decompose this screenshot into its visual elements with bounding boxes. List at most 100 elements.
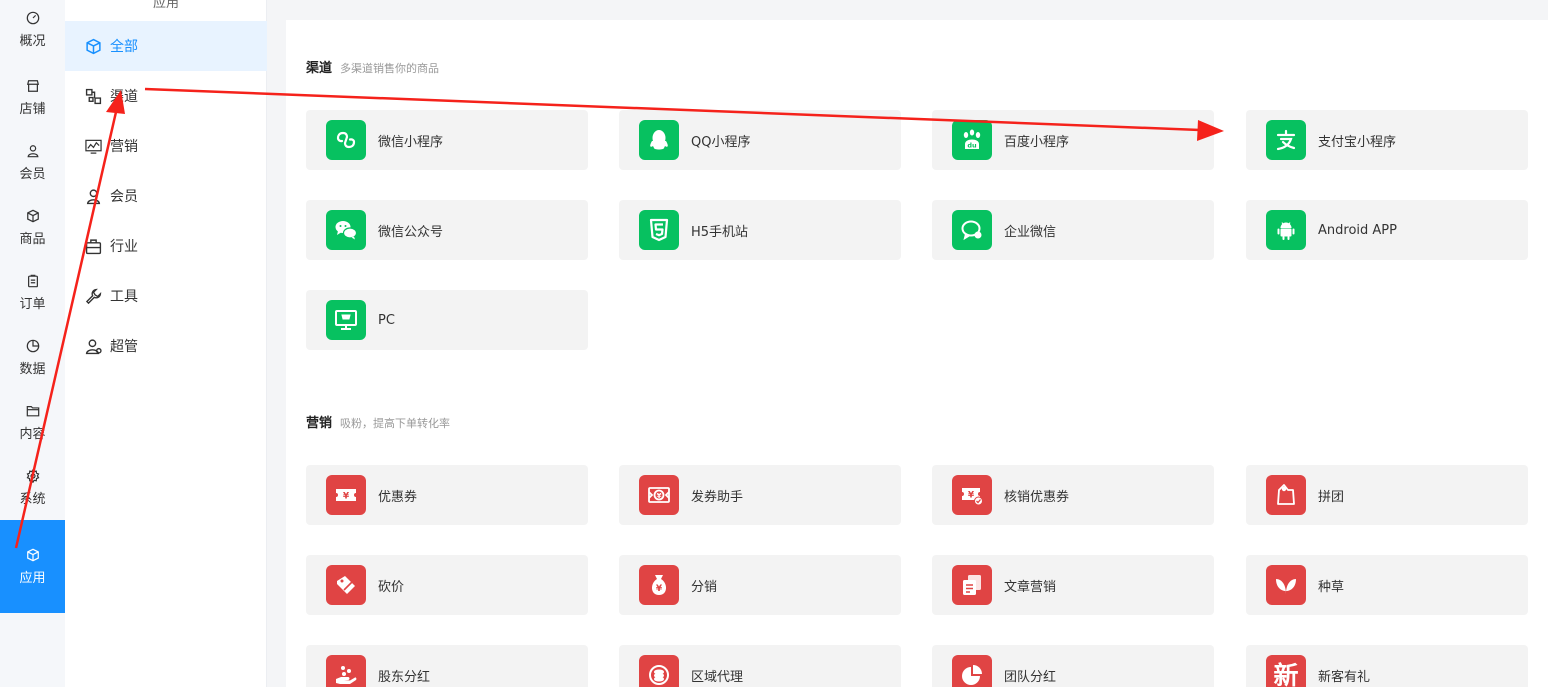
- section-subtitle: 多渠道销售你的商品: [340, 62, 440, 75]
- app-tile-pc[interactable]: PC: [306, 290, 588, 350]
- rail-item-label: 数据: [19, 361, 46, 377]
- tile-label: 砍价: [378, 579, 405, 595]
- rail-item-orders[interactable]: 订单: [0, 260, 65, 325]
- rail-item-label: 概况: [19, 34, 46, 49]
- sidebar-item-label: 会员: [110, 189, 138, 205]
- app-tile-article-marketing[interactable]: 文章营销: [932, 555, 1214, 615]
- section-title: 营销: [306, 416, 333, 431]
- tile-label: PC: [378, 312, 395, 328]
- group-buy-icon: [1266, 475, 1306, 515]
- sidebar-item-tools[interactable]: 工具: [65, 271, 267, 321]
- tile-label: 新客有礼: [1318, 669, 1371, 685]
- app-tile-coupon-assistant[interactable]: ¥ 发券助手: [619, 465, 901, 525]
- rail-item-store[interactable]: 店铺: [0, 65, 65, 130]
- app-tile-team-dividend[interactable]: 团队分红: [932, 645, 1214, 687]
- sidebar-item-channels[interactable]: 渠道: [65, 71, 267, 121]
- tile-label: 优惠券: [378, 489, 418, 505]
- tile-label: 发券助手: [691, 489, 744, 505]
- coins-icon: [639, 655, 679, 687]
- tile-label: 种草: [1318, 579, 1345, 595]
- sidebar-item-super-admin[interactable]: 超管: [65, 321, 267, 371]
- html5-icon: [639, 210, 679, 250]
- app-tile-wecom[interactable]: 企业微信: [932, 200, 1214, 260]
- sidebar-item-marketing[interactable]: 营销: [65, 121, 267, 171]
- section-title: 渠道: [306, 61, 333, 76]
- app-tile-shareholder-dividend[interactable]: 股东分红: [306, 645, 588, 687]
- app-tile-coupon[interactable]: ¥ 优惠券: [306, 465, 588, 525]
- app-tile-qq-miniprogram[interactable]: QQ小程序: [619, 110, 901, 170]
- tile-label: 股东分红: [378, 669, 431, 685]
- app-tile-alipay-miniprogram[interactable]: 支付宝小程序: [1246, 110, 1528, 170]
- tile-label: Android APP: [1318, 222, 1397, 238]
- rail-item-content[interactable]: 内容: [0, 390, 65, 455]
- sidebar-item-label: 行业: [110, 239, 138, 255]
- rail-item-apps[interactable]: 应用: [0, 520, 65, 613]
- svg-text:du: du: [967, 142, 977, 150]
- new-glyph: 新: [1273, 660, 1299, 687]
- app-tile-seeding[interactable]: 种草: [1246, 555, 1528, 615]
- rail-item-label: 系统: [19, 491, 46, 507]
- tile-label: 区域代理: [691, 669, 744, 685]
- rail-item-system[interactable]: 系统: [0, 455, 65, 520]
- app-tile-wechat-official-account[interactable]: 微信公众号: [306, 200, 588, 260]
- new-customer-icon: 新: [1266, 655, 1306, 687]
- app-tile-regional-agent[interactable]: 区域代理: [619, 645, 901, 687]
- sidebar-item-label: 营销: [110, 139, 138, 155]
- app-tile-distribution[interactable]: ¥ 分销: [619, 555, 901, 615]
- user-icon: [86, 188, 101, 204]
- rail-item-data[interactable]: 数据: [0, 325, 65, 390]
- tile-label: 支付宝小程序: [1318, 134, 1397, 150]
- wrench-icon: [85, 288, 102, 304]
- svg-text:¥: ¥: [968, 491, 975, 501]
- rail-item-label: 会员: [19, 166, 46, 182]
- channel-icon: [85, 88, 102, 104]
- coupon-verify-icon: ¥: [952, 475, 992, 515]
- app-tile-bargain[interactable]: 砍价: [306, 555, 588, 615]
- sidebar-item-label: 全部: [110, 39, 138, 55]
- sidebar-title: 应用: [152, 0, 179, 11]
- app-root: 概况 店铺 会员 商品 订单 数据 内容 系统 应用 应用 全部 渠道 营销 会…: [0, 0, 1548, 687]
- sidebar-item-label: 超管: [110, 339, 138, 355]
- app-tile-android-app[interactable]: Android APP: [1246, 200, 1528, 260]
- rail-item-label: 内容: [19, 426, 46, 442]
- pie-chart-icon: [26, 339, 39, 352]
- tile-label: 核销优惠券: [1004, 489, 1070, 505]
- coupon-assistant-icon: ¥: [639, 475, 679, 515]
- tile-label: 拼团: [1318, 489, 1345, 505]
- wechat-miniprogram-icon: [326, 120, 366, 160]
- app-tile-h5-mobile-site[interactable]: H5手机站: [619, 200, 901, 260]
- sprout-icon: [1266, 565, 1306, 605]
- box-icon: [26, 209, 39, 222]
- section-subtitle: 吸粉，提高下单转化率: [340, 417, 451, 430]
- sidebar-item-all[interactable]: 全部: [65, 21, 267, 71]
- sidebar-item-members[interactable]: 会员: [65, 171, 267, 221]
- secondary-sidebar: 应用 全部 渠道 营销 会员 行业 工具 超管: [65, 0, 267, 687]
- sidebar-item-label: 工具: [110, 289, 138, 305]
- money-bag-icon: ¥: [639, 565, 679, 605]
- tile-label: 微信小程序: [378, 134, 444, 150]
- bargain-icon: [326, 565, 366, 605]
- rail-item-products[interactable]: 商品: [0, 195, 65, 260]
- app-tile-wechat-miniprogram[interactable]: 微信小程序: [306, 110, 588, 170]
- app-tile-new-customer-gift[interactable]: 新 新客有礼: [1246, 645, 1528, 687]
- channels-section-header: 渠道 多渠道销售你的商品: [306, 57, 439, 76]
- rail-item-overview[interactable]: 概况: [0, 0, 65, 60]
- dashboard-icon: [26, 11, 39, 25]
- folder-icon: [26, 405, 39, 416]
- app-tile-coupon-verify[interactable]: ¥ 核销优惠券: [932, 465, 1214, 525]
- tile-label: 文章营销: [1004, 579, 1057, 595]
- app-tile-group-buy[interactable]: 拼团: [1246, 465, 1528, 525]
- tile-label: 分销: [691, 579, 718, 595]
- svg-text:¥: ¥: [656, 584, 663, 594]
- marketing-icon: [85, 139, 102, 154]
- sidebar-item-industry[interactable]: 行业: [65, 221, 267, 271]
- wechat-icon: [326, 210, 366, 250]
- app-tile-baidu-miniprogram[interactable]: du 百度小程序: [932, 110, 1214, 170]
- primary-rail: 概况 店铺 会员 商品 订单 数据 内容 系统 应用: [0, 0, 65, 687]
- article-icon: [952, 565, 992, 605]
- rail-item-members[interactable]: 会员: [0, 130, 65, 195]
- user-icon: [27, 144, 38, 157]
- marketing-section-header: 营销 吸粉，提高下单转化率: [306, 412, 450, 431]
- tile-label: 企业微信: [1004, 224, 1057, 240]
- rail-item-label: 应用: [19, 570, 46, 586]
